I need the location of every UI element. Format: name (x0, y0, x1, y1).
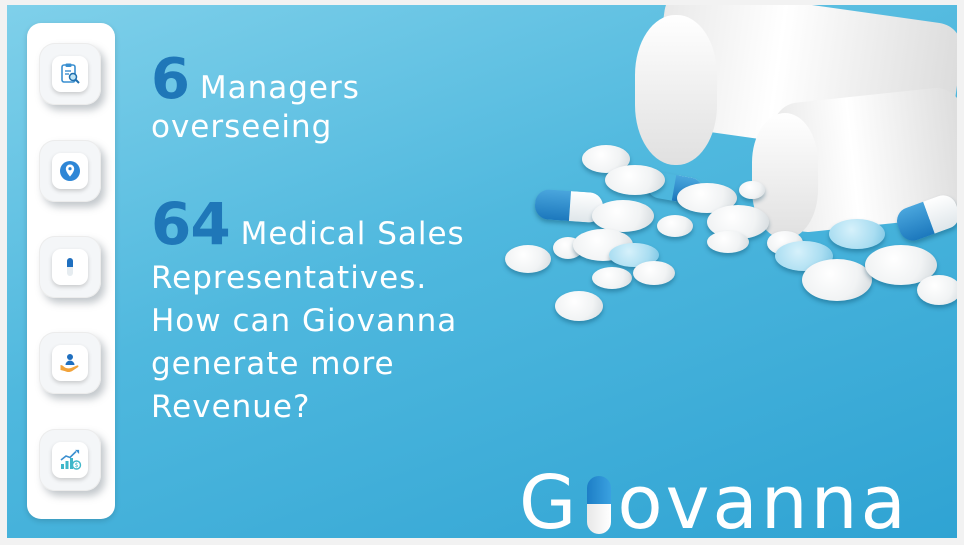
tablet-pill (657, 215, 693, 237)
logo-letter-g: G (519, 460, 580, 538)
sidebar-item-report[interactable] (39, 43, 101, 105)
hand-person-icon (52, 345, 88, 381)
sidebar-item-growth[interactable]: $ (39, 429, 101, 491)
pill-bottle-back-opening (635, 15, 717, 165)
sidebar-item-capsule[interactable] (39, 236, 101, 298)
sidebar-item-care[interactable] (39, 332, 101, 394)
clipboard-search-icon (52, 56, 88, 92)
logo-rest: ovanna (617, 460, 909, 538)
sidebar-item-location[interactable] (39, 140, 101, 202)
tablet-pill (605, 165, 665, 195)
logo-pill-i-icon (587, 476, 612, 534)
headline-line-3: How can Giovanna (151, 303, 458, 339)
tablet-pill (802, 259, 872, 301)
headline-managers: 6 Managers overseeing (151, 50, 360, 149)
growth-chart-icon: $ (52, 442, 88, 478)
sidebar: $ (27, 23, 115, 519)
capsule-icon (52, 249, 88, 285)
svg-text:$: $ (75, 462, 79, 469)
tablet-pill (505, 245, 551, 273)
headline-line-2: Representatives. (151, 260, 428, 296)
tablet-pill (829, 219, 885, 249)
tablet-pill (739, 181, 765, 199)
headline-line-5: Revenue? (151, 389, 311, 425)
tablet-pill (707, 231, 749, 253)
overseeing-label: overseeing (151, 109, 333, 145)
representatives-count: 64 (151, 190, 231, 258)
managers-label: Managers (199, 70, 360, 106)
managers-count: 6 (151, 47, 190, 112)
headline-representatives: 64 Medical Sales Representatives. How ca… (151, 191, 465, 429)
tablet-pill (917, 275, 957, 305)
tablet-pill (555, 291, 603, 321)
headline-line-1: Medical Sales (240, 216, 465, 252)
location-pin-icon (52, 153, 88, 189)
tablet-pill (633, 261, 675, 285)
headline-line-4: generate more (151, 346, 395, 382)
tablet-pill (592, 267, 632, 289)
giovanna-logo: Govanna (519, 463, 909, 538)
slide: 6 Managers overseeing 64 Medical Sales R… (7, 5, 957, 538)
tablet-pill (592, 200, 654, 232)
